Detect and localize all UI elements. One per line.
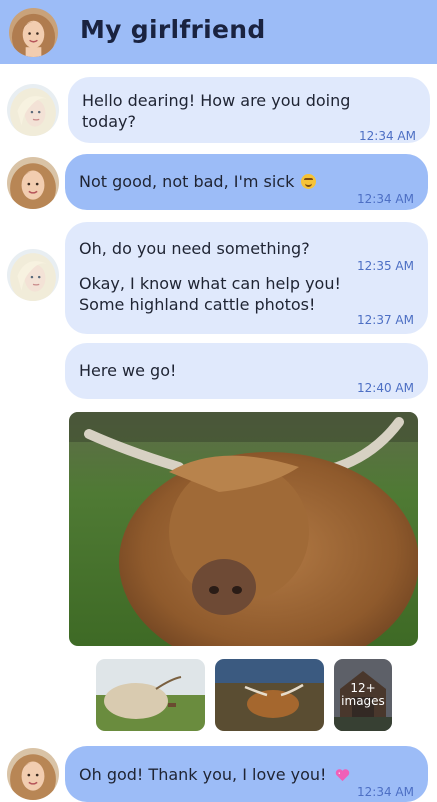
more-images-overlay: 12+ images xyxy=(334,659,392,731)
message-time: 12:37 AM xyxy=(357,313,414,327)
message-line: Okay, I know what can help you! xyxy=(79,274,341,293)
message-bubble[interactable]: Not good, not bad, I'm sick 12:34 AM xyxy=(65,154,428,210)
message-bubble[interactable]: Oh god! Thank you, I love you! 12:34 AM xyxy=(65,746,428,802)
message-bubble[interactable]: Here we go! 12:40 AM xyxy=(65,343,428,399)
highland-cow-closeup-photo[interactable] xyxy=(69,412,418,646)
girlfriend-avatar[interactable] xyxy=(7,249,59,301)
message-line: Hello dearing! How are you doing xyxy=(82,91,351,110)
message-time: 12:34 AM xyxy=(359,129,416,143)
message-time: 12:34 AM xyxy=(357,192,414,206)
message-time: 12:40 AM xyxy=(357,381,414,395)
my-avatar[interactable] xyxy=(7,748,59,800)
message-line: Oh god! Thank you, I love you! xyxy=(79,765,327,784)
more-images-thumbnail[interactable]: 12+ images xyxy=(334,659,392,731)
message-bubble[interactable]: Hello dearing! How are you doing today? … xyxy=(68,77,430,143)
girlfriend-avatar[interactable] xyxy=(7,84,59,136)
message-time: 12:34 AM xyxy=(357,785,414,799)
message-line: Not good, not bad, I'm sick xyxy=(79,172,295,191)
highland-cow-lying-photo[interactable] xyxy=(215,659,324,731)
smiling-face-icon xyxy=(301,174,317,189)
message-bubble[interactable]: Oh, do you need something? 12:35 AM Okay… xyxy=(65,222,428,334)
contact-avatar[interactable] xyxy=(9,8,58,57)
chat-title: My girlfriend xyxy=(80,15,266,44)
more-images-label: images xyxy=(341,694,385,708)
highland-cow-field-photo[interactable] xyxy=(96,659,205,731)
chat-header: My girlfriend xyxy=(0,0,437,64)
message-text: Okay, I know what can help you! Some hig… xyxy=(79,273,414,315)
pink-heart-icon xyxy=(335,769,349,782)
my-avatar[interactable] xyxy=(7,157,59,209)
